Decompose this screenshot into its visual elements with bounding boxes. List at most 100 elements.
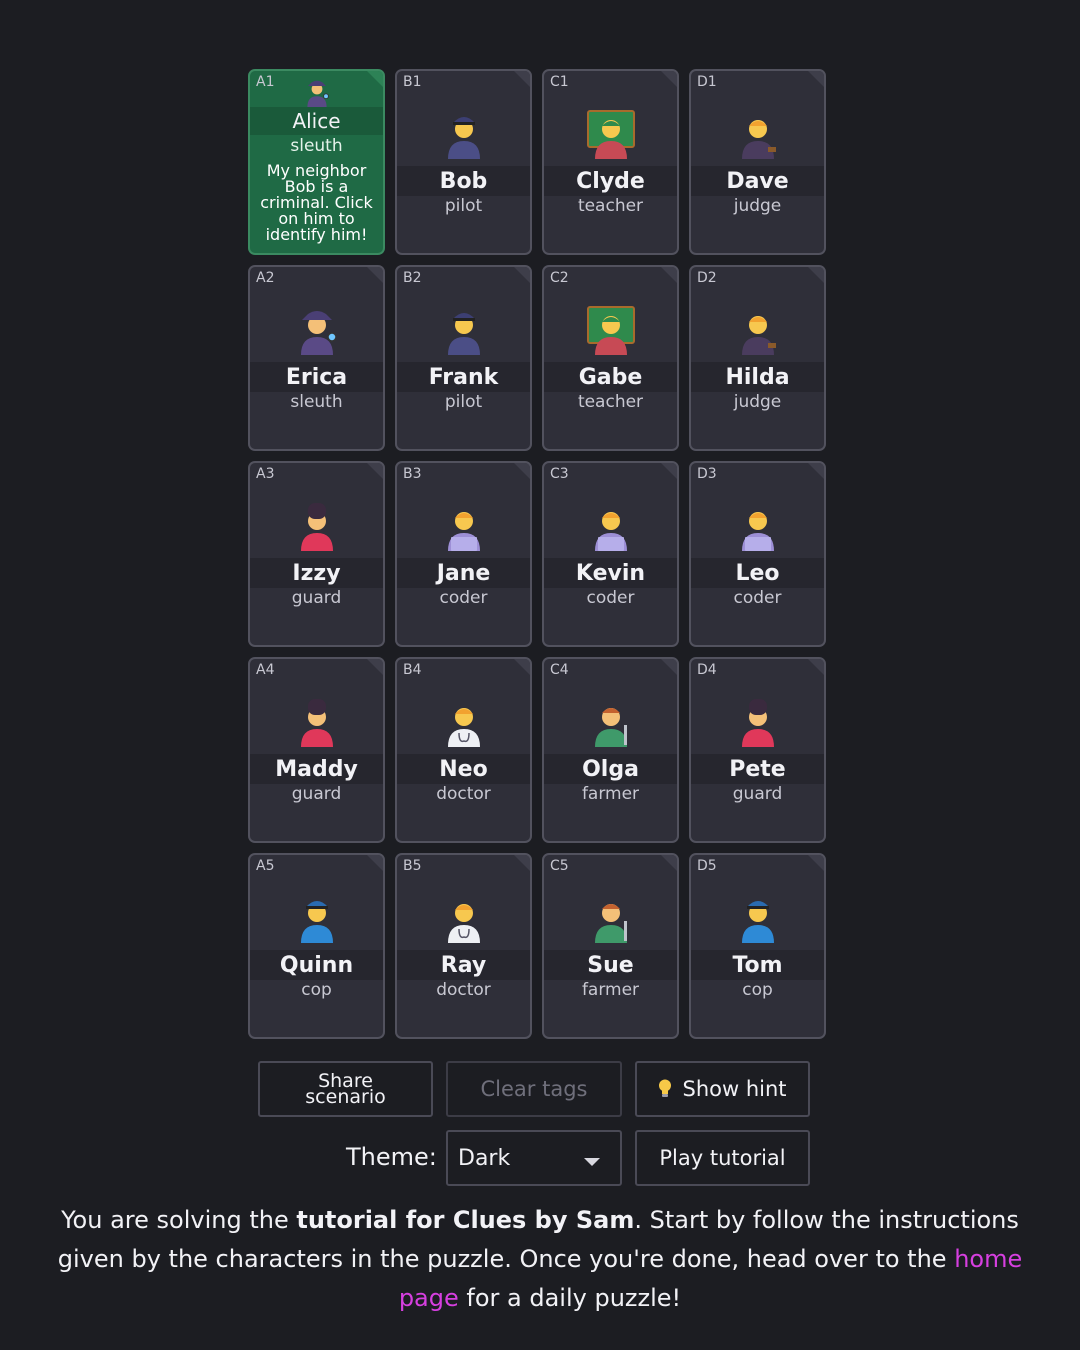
card-coordinate: A5 <box>256 858 275 874</box>
card-coordinate: B1 <box>403 74 422 90</box>
farmer-icon <box>594 904 627 943</box>
card-coordinate: C2 <box>550 270 569 286</box>
card-coordinate: D1 <box>697 74 717 90</box>
card-name: Kevin <box>544 558 677 588</box>
card-name: Ray <box>397 950 530 980</box>
chevron-down-icon <box>584 1158 600 1166</box>
card-profession: coder <box>733 588 782 608</box>
sleuth-icon <box>300 311 337 355</box>
card-profession: guard <box>732 784 783 804</box>
card-coordinate: C4 <box>550 662 569 678</box>
footer-bold-text: tutorial for Clues by Sam <box>296 1206 635 1234</box>
share-scenario-button[interactable]: Share scenario <box>258 1061 433 1117</box>
coder-icon <box>741 512 774 551</box>
clear-tags-label: Clear tags <box>480 1077 588 1101</box>
coder-icon <box>594 512 627 551</box>
card-name: Alice <box>250 107 383 135</box>
card-d4[interactable]: D4 Pete guard <box>689 657 826 843</box>
footer-text-1: You are solving the <box>61 1206 297 1234</box>
card-profession: pilot <box>444 196 483 216</box>
card-b5[interactable]: B5 Ray doctor <box>395 853 532 1039</box>
clear-tags-button[interactable]: Clear tags <box>446 1061 622 1117</box>
card-name: Quinn <box>250 950 383 980</box>
card-coordinate: A1 <box>256 74 275 90</box>
card-d2[interactable]: D2 Hilda judge <box>689 265 826 451</box>
card-d1[interactable]: D1 Dave judge <box>689 69 826 255</box>
card-a2[interactable]: A2 Erica sleuth <box>248 265 385 451</box>
card-name: Tom <box>691 950 824 980</box>
card-coordinate: A4 <box>256 662 275 678</box>
farmer-icon <box>594 708 627 747</box>
card-c3[interactable]: C3 Kevin coder <box>542 461 679 647</box>
card-name: Frank <box>397 362 530 392</box>
show-hint-label: Show hint <box>682 1077 787 1101</box>
pilot-icon <box>447 313 480 355</box>
card-name: Sue <box>544 950 677 980</box>
card-profession: cop <box>742 980 773 1000</box>
share-scenario-label: Share scenario <box>305 1070 386 1108</box>
card-profession: sleuth <box>290 136 343 156</box>
card-c1[interactable]: C1 Clyde teacher <box>542 69 679 255</box>
card-coordinate: D2 <box>697 270 717 286</box>
card-d3[interactable]: D3 Leo coder <box>689 461 826 647</box>
card-profession: guard <box>291 588 342 608</box>
card-b2[interactable]: B2 Frank pilot <box>395 265 532 451</box>
card-d5[interactable]: D5 Tom cop <box>689 853 826 1039</box>
footer-text-3: for a daily puzzle! <box>458 1284 682 1312</box>
card-name: Dave <box>691 166 824 196</box>
card-profession: coder <box>439 588 488 608</box>
card-name: Olga <box>544 754 677 784</box>
coder-icon <box>447 512 480 551</box>
card-name: Clyde <box>544 166 677 196</box>
card-a1[interactable]: A1 Alice sleuth My neighbor Bob is a crimin… <box>248 69 385 255</box>
card-coordinate: A3 <box>256 466 275 482</box>
teacher-icon <box>586 110 635 159</box>
doctor-icon <box>447 904 480 943</box>
play-tutorial-button[interactable]: Play tutorial <box>635 1130 810 1186</box>
card-profession: pilot <box>444 392 483 412</box>
card-name: Hilda <box>691 362 824 392</box>
card-name: Erica <box>250 362 383 392</box>
card-a4[interactable]: A4 Maddy guard <box>248 657 385 843</box>
card-profession: guard <box>291 784 342 804</box>
card-profession: cop <box>301 980 332 1000</box>
suspect-grid: A1 Alice sleuth My neighbor Bob is a crimin… <box>248 69 826 1039</box>
card-profession: doctor <box>436 980 491 1000</box>
card-coordinate: B3 <box>403 466 422 482</box>
card-b1[interactable]: B1 Bob pilot <box>395 69 532 255</box>
card-profession: farmer <box>581 784 640 804</box>
card-coordinate: C1 <box>550 74 569 90</box>
card-a3[interactable]: A3 Izzy guard <box>248 461 385 647</box>
theme-select-value: Dark <box>458 1145 511 1171</box>
card-coordinate: C3 <box>550 466 569 482</box>
teacher-icon <box>586 306 635 355</box>
sleuth-icon <box>306 80 329 107</box>
card-coordinate: D4 <box>697 662 717 678</box>
guard-icon <box>741 699 774 747</box>
card-coordinate: A2 <box>256 270 275 286</box>
card-b4[interactable]: B4 Neo doctor <box>395 657 532 843</box>
card-coordinate: D3 <box>697 466 717 482</box>
card-name: Izzy <box>250 558 383 588</box>
play-tutorial-label: Play tutorial <box>659 1146 786 1170</box>
card-c5[interactable]: C5 Sue farmer <box>542 853 679 1039</box>
card-coordinate: B2 <box>403 270 422 286</box>
judge-icon <box>741 120 776 159</box>
show-hint-button[interactable]: Show hint <box>635 1061 810 1117</box>
card-b3[interactable]: B3 Jane coder <box>395 461 532 647</box>
card-a5[interactable]: A5 Quinn cop <box>248 853 385 1039</box>
card-c4[interactable]: C4 Olga farmer <box>542 657 679 843</box>
card-name: Maddy <box>250 754 383 784</box>
card-c2[interactable]: C2 Gabe teacher <box>542 265 679 451</box>
card-name: Pete <box>691 754 824 784</box>
card-name: Bob <box>397 166 530 196</box>
card-coordinate: D5 <box>697 858 717 874</box>
guard-icon <box>300 503 333 551</box>
card-name: Jane <box>397 558 530 588</box>
card-profession: coder <box>586 588 635 608</box>
card-profession: judge <box>733 196 782 216</box>
card-name: Leo <box>691 558 824 588</box>
card-coordinate: B4 <box>403 662 422 678</box>
lightbulb-icon <box>659 1079 672 1097</box>
theme-select[interactable]: Dark <box>446 1130 622 1186</box>
